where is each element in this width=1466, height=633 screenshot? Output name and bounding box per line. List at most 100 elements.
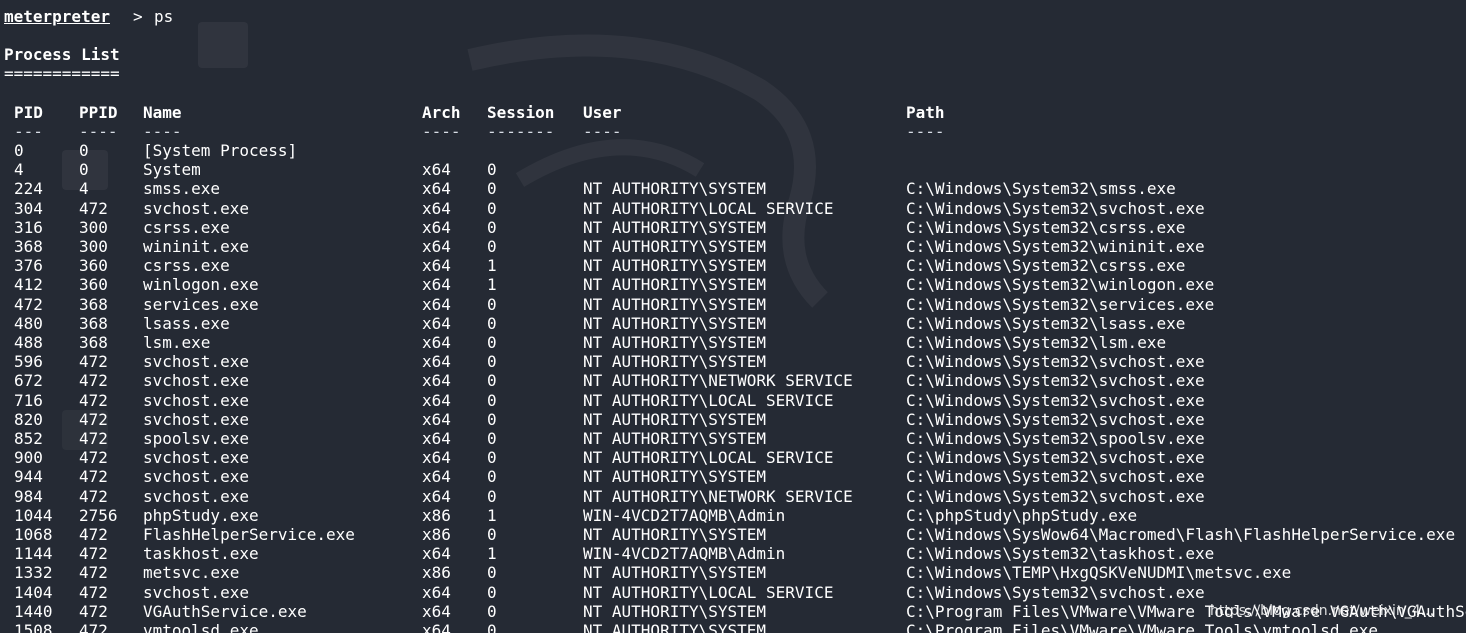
cell-arch: x64 xyxy=(422,275,451,294)
cell-pid: 984 xyxy=(14,487,43,506)
cell-session: 0 xyxy=(487,352,497,371)
cell-session: 0 xyxy=(487,179,497,198)
cell-user: NT AUTHORITY\SYSTEM xyxy=(583,563,767,582)
cell-session: 0 xyxy=(487,621,497,633)
cell-user: NT AUTHORITY\NETWORK SERVICE xyxy=(583,371,853,390)
cell-session: 1 xyxy=(487,544,497,563)
terminal-window[interactable]: meterpreter > ps Process List ==========… xyxy=(0,0,1466,633)
cell-arch: x64 xyxy=(422,602,451,621)
cell-path: C:\Windows\System32\svchost.exe xyxy=(906,487,1205,506)
cell-pid: 1144 xyxy=(14,544,53,563)
col-header-ppid: PPID xyxy=(79,103,118,122)
cell-ppid: 472 xyxy=(79,391,108,410)
cell-pid: 412 xyxy=(14,275,43,294)
prompt-symbol: > xyxy=(133,7,143,26)
cell-session: 0 xyxy=(487,467,497,486)
cell-path: C:\Windows\System32\wininit.exe xyxy=(906,237,1205,256)
cell-user: NT AUTHORITY\SYSTEM xyxy=(583,314,767,333)
cell-user: NT AUTHORITY\SYSTEM xyxy=(583,218,767,237)
cell-session: 0 xyxy=(487,583,497,602)
cell-user: NT AUTHORITY\SYSTEM xyxy=(583,602,767,621)
cell-ppid: 368 xyxy=(79,314,108,333)
cell-name: svchost.exe xyxy=(143,391,249,410)
cell-name: svchost.exe xyxy=(143,371,249,390)
cell-ppid: 0 xyxy=(79,160,89,179)
col-header-path: Path xyxy=(906,103,945,122)
cell-user: NT AUTHORITY\SYSTEM xyxy=(583,352,767,371)
cell-ppid: 368 xyxy=(79,295,108,314)
cell-path: C:\Windows\System32\services.exe xyxy=(906,295,1215,314)
cell-pid: 4 xyxy=(14,160,24,179)
prompt-line: meterpreter > ps xyxy=(0,7,173,26)
cell-session: 0 xyxy=(487,602,497,621)
cell-pid: 304 xyxy=(14,199,43,218)
cell-name: csrss.exe xyxy=(143,218,230,237)
dash-name: ---- xyxy=(143,122,182,141)
cell-session: 0 xyxy=(487,391,497,410)
cell-name: winlogon.exe xyxy=(143,275,259,294)
cell-pid: 376 xyxy=(14,256,43,275)
prompt-name: meterpreter xyxy=(4,7,110,26)
cell-pid: 472 xyxy=(14,295,43,314)
cell-path: C:\Windows\SysWow64\Macromed\Flash\Flash… xyxy=(906,525,1456,544)
cell-arch: x64 xyxy=(422,218,451,237)
cell-name: [System Process] xyxy=(143,141,298,160)
process-list-title: Process List xyxy=(4,45,120,64)
cell-ppid: 472 xyxy=(79,583,108,602)
cell-session: 0 xyxy=(487,160,497,179)
cell-arch: x64 xyxy=(422,333,451,352)
cell-arch: x64 xyxy=(422,391,451,410)
cell-arch: x64 xyxy=(422,487,451,506)
cell-arch: x64 xyxy=(422,410,451,429)
cell-user: NT AUTHORITY\SYSTEM xyxy=(583,429,767,448)
dash-arch: ---- xyxy=(422,122,461,141)
cell-name: wininit.exe xyxy=(143,237,249,256)
cell-name: lsm.exe xyxy=(143,333,211,352)
col-header-user: User xyxy=(583,103,622,122)
cell-pid: 1440 xyxy=(14,602,53,621)
cell-user: NT AUTHORITY\LOCAL SERVICE xyxy=(583,391,834,410)
cell-pid: 852 xyxy=(14,429,43,448)
cell-user: NT AUTHORITY\NETWORK SERVICE xyxy=(583,487,853,506)
cell-session: 0 xyxy=(487,563,497,582)
cell-user: NT AUTHORITY\SYSTEM xyxy=(583,333,767,352)
cell-pid: 368 xyxy=(14,237,43,256)
col-header-session: Session xyxy=(487,103,555,122)
cell-path: C:\Windows\System32\winlogon.exe xyxy=(906,275,1215,294)
cell-user: NT AUTHORITY\SYSTEM xyxy=(583,275,767,294)
cell-ppid: 368 xyxy=(79,333,108,352)
cell-name: csrss.exe xyxy=(143,256,230,275)
title-rule: ============ xyxy=(4,64,120,83)
cell-pid: 316 xyxy=(14,218,43,237)
cell-name: svchost.exe xyxy=(143,199,249,218)
cell-name: FlashHelperService.exe xyxy=(143,525,355,544)
cell-name: services.exe xyxy=(143,295,259,314)
dash-pid: --- xyxy=(14,122,43,141)
cell-user: NT AUTHORITY\LOCAL SERVICE xyxy=(583,199,834,218)
cell-arch: x64 xyxy=(422,199,451,218)
cell-name: svchost.exe xyxy=(143,583,249,602)
cell-session: 0 xyxy=(487,199,497,218)
cell-pid: 488 xyxy=(14,333,43,352)
cell-ppid: 472 xyxy=(79,429,108,448)
cell-name: svchost.exe xyxy=(143,487,249,506)
cell-path: C:\Windows\System32\svchost.exe xyxy=(906,199,1205,218)
cell-arch: x64 xyxy=(422,295,451,314)
table-header: PID PPID Name Arch Session User Path xyxy=(0,103,945,122)
cell-pid: 480 xyxy=(14,314,43,333)
col-header-pid: PID xyxy=(14,103,43,122)
cell-arch: x64 xyxy=(422,467,451,486)
cell-name: svchost.exe xyxy=(143,448,249,467)
cell-ppid: 472 xyxy=(79,525,108,544)
cell-path: C:\Windows\System32\csrss.exe xyxy=(906,218,1186,237)
cell-ppid: 472 xyxy=(79,410,108,429)
cell-session: 0 xyxy=(487,448,497,467)
cell-pid: 1508 xyxy=(14,621,53,633)
dash-session: ------- xyxy=(487,122,555,141)
cell-ppid: 4 xyxy=(79,179,89,198)
cell-session: 0 xyxy=(487,333,497,352)
cell-path: C:\Windows\System32\spoolsv.exe xyxy=(906,429,1205,448)
dash-path: ---- xyxy=(906,122,945,141)
cell-ppid: 472 xyxy=(79,621,108,633)
cell-arch: x64 xyxy=(422,256,451,275)
